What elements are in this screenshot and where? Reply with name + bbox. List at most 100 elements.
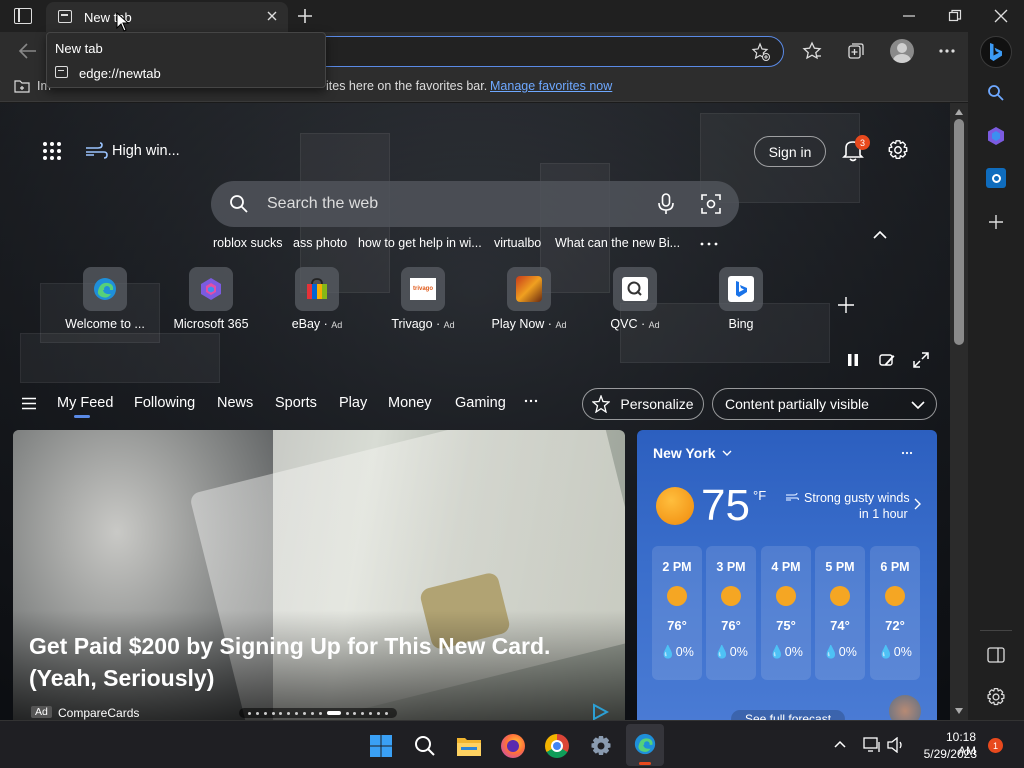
hero-headline[interactable]: Get Paid $200 by Signing Up for This New… <box>29 630 589 694</box>
feed-tab-my-feed[interactable]: My Feed <box>57 395 113 411</box>
settings-app-icon[interactable] <box>589 734 613 758</box>
import-favorites-icon[interactable] <box>13 77 31 95</box>
more-trending-icon[interactable] <box>700 242 718 246</box>
collections-icon[interactable] <box>846 41 866 61</box>
quick-link-microsoft365[interactable] <box>189 267 233 311</box>
weather-widget-button[interactable]: High win... <box>84 141 180 161</box>
taskbar-search-icon[interactable] <box>414 735 436 757</box>
outlook-icon[interactable] <box>986 168 1006 188</box>
feed-tab-sports[interactable]: Sports <box>275 395 317 411</box>
tray-notification-count: 1 <box>992 740 998 751</box>
tab-new-tab[interactable]: New tab <box>46 2 288 32</box>
scrollbar-thumb[interactable] <box>954 119 964 345</box>
more-menu-icon[interactable] <box>938 48 956 54</box>
notification-count-badge: 3 <box>855 135 870 150</box>
apps-grid-icon[interactable] <box>42 141 62 161</box>
feed-tab-gaming[interactable]: Gaming <box>455 395 506 411</box>
chevron-right-icon[interactable] <box>913 498 921 510</box>
page-icon <box>55 66 68 78</box>
taskbar-edge-active[interactable] <box>626 724 664 766</box>
edit-background-icon[interactable] <box>879 352 895 368</box>
precipitation: 💧0% <box>660 645 694 659</box>
sign-in-label: Sign in <box>768 143 812 160</box>
personalize-button[interactable]: Personalize <box>582 388 704 420</box>
page-scrollbar[interactable] <box>950 103 968 720</box>
hourly-forecast: 6 PM 72° 💧0% <box>870 546 920 680</box>
trending-search[interactable]: virtualbo <box>494 236 541 250</box>
chevron-down-icon <box>911 401 925 410</box>
add-favorite-icon[interactable] <box>751 42 771 62</box>
add-sidebar-app-icon[interactable] <box>988 214 1004 230</box>
feed-tab-following[interactable]: Following <box>134 395 195 411</box>
quick-link-qvc[interactable] <box>613 267 657 311</box>
edge-logo-icon <box>634 733 656 755</box>
chevron-down-icon[interactable] <box>722 449 732 457</box>
new-tab-icon[interactable] <box>296 7 314 25</box>
tab-actions-icon[interactable] <box>14 8 32 24</box>
feed-tab-news[interactable]: News <box>217 395 253 411</box>
quick-link-trivago[interactable]: trivago <box>401 267 445 311</box>
firefox-icon[interactable] <box>501 734 525 758</box>
hamburger-menu-icon[interactable] <box>21 397 37 410</box>
pause-background-icon[interactable] <box>846 353 860 367</box>
quick-link-label: eBay · Ad <box>291 317 343 331</box>
sign-in-button[interactable]: Sign in <box>754 136 826 167</box>
show-hidden-icons-chevron[interactable] <box>834 740 846 748</box>
quick-link-label: Welcome to ... <box>65 317 145 331</box>
bing-chat-button[interactable] <box>980 36 1012 68</box>
network-icon[interactable] <box>863 737 881 753</box>
sunny-icon <box>656 487 694 525</box>
file-explorer-icon[interactable] <box>456 734 482 758</box>
quick-link-ebay[interactable] <box>295 267 339 311</box>
adchoices-icon[interactable] <box>591 703 609 721</box>
trending-search[interactable]: roblox sucks <box>213 236 282 250</box>
hide-sidebar-icon[interactable] <box>987 647 1005 663</box>
close-tab-icon[interactable] <box>264 8 280 24</box>
restore-icon[interactable] <box>948 9 962 23</box>
back-arrow-icon[interactable] <box>18 42 38 60</box>
quick-link-edge[interactable] <box>83 267 127 311</box>
collapse-chevron-icon[interactable] <box>873 230 887 240</box>
chrome-icon[interactable] <box>545 734 569 758</box>
trending-search[interactable]: how to get help in wi... <box>358 236 482 250</box>
hero-news-card[interactable]: Get Paid $200 by Signing Up for This New… <box>13 430 625 722</box>
volume-icon[interactable] <box>887 737 905 753</box>
more-tabs-icon[interactable] <box>524 399 538 403</box>
quick-link-bing[interactable] <box>719 267 763 311</box>
search-box[interactable]: Search the web <box>211 181 739 227</box>
clock-date[interactable]: 5/29/2023 <box>920 747 977 761</box>
windows-start-icon[interactable] <box>369 734 393 758</box>
sunny-icon <box>776 586 796 606</box>
weather-more-icon[interactable] <box>901 451 913 455</box>
visual-search-icon[interactable] <box>701 194 721 214</box>
microsoft365-logo-icon <box>201 278 221 300</box>
weather-city[interactable]: New York <box>653 445 716 461</box>
hourly-forecast: 2 PM 76° 💧0% <box>652 546 702 680</box>
profile-avatar[interactable] <box>890 39 914 63</box>
trending-search[interactable]: What can the new Bi... <box>555 236 680 250</box>
notifications-button[interactable]: 3 <box>842 135 870 164</box>
carousel-indicator[interactable] <box>239 708 397 718</box>
settings-gear-icon[interactable] <box>887 139 909 161</box>
close-window-icon[interactable] <box>994 9 1008 23</box>
add-quick-link-icon[interactable] <box>837 296 855 314</box>
expand-icon[interactable] <box>913 352 929 368</box>
scroll-down-icon[interactable] <box>955 708 963 714</box>
taskbar: 10:18 AM 5/29/2023 1 <box>0 720 1024 768</box>
minimize-icon[interactable] <box>902 10 916 22</box>
precipitation: 💧0% <box>714 645 748 659</box>
microphone-icon[interactable] <box>657 193 675 215</box>
favorites-icon[interactable] <box>802 41 822 61</box>
quick-link-play-now[interactable] <box>507 267 551 311</box>
scroll-up-icon[interactable] <box>955 109 963 115</box>
manage-favorites-link[interactable]: Manage favorites now <box>490 79 612 93</box>
trending-search[interactable]: ass photo <box>293 236 347 250</box>
feed-tab-play[interactable]: Play <box>339 395 367 411</box>
search-icon[interactable] <box>987 84 1005 102</box>
notification-center-badge[interactable]: 1 <box>988 738 1003 753</box>
sidebar-settings-icon[interactable] <box>986 687 1006 707</box>
feed-tab-money[interactable]: Money <box>388 395 432 411</box>
hourly-forecast: 5 PM 74° 💧0% <box>815 546 865 680</box>
copilot-icon[interactable] <box>986 126 1006 146</box>
content-visibility-dropdown[interactable]: Content partially visible <box>712 388 937 420</box>
